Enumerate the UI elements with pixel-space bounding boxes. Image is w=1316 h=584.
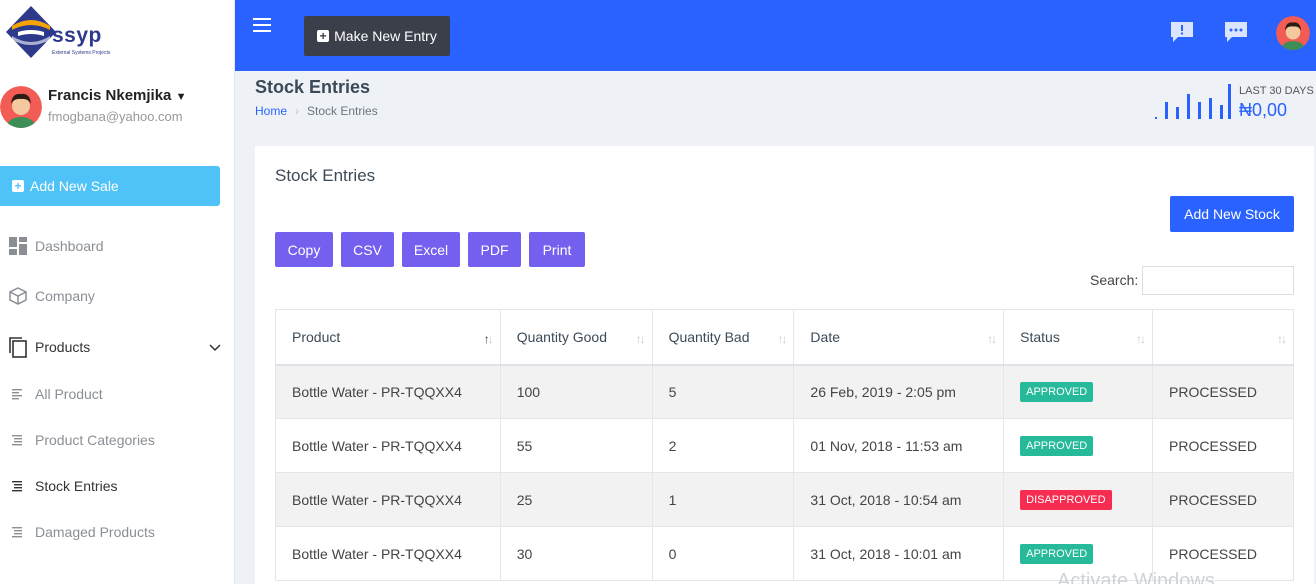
breadcrumb-home-link[interactable]: Home <box>255 104 287 118</box>
logo-text: ssyp <box>52 24 102 47</box>
activate-windows-watermark: Activate Windows <box>1057 570 1215 584</box>
hamburger-menu-icon[interactable] <box>253 18 271 36</box>
copy-button[interactable]: Copy <box>275 232 333 267</box>
page-title: Stock Entries <box>255 77 371 97</box>
add-new-sale-button[interactable]: + Add New Sale <box>0 166 220 206</box>
sidebar-item-all-product[interactable]: All Product <box>0 384 235 404</box>
user-name[interactable]: Francis Nkemjika ▼ <box>48 87 186 104</box>
avatar[interactable] <box>0 86 42 128</box>
logo-emblem-icon <box>6 6 56 58</box>
dashboard-icon <box>8 236 28 256</box>
avatar[interactable] <box>1276 16 1310 50</box>
list-icon <box>8 384 28 404</box>
cell-product: Bottle Water - PR-TQQXX4 <box>275 364 501 419</box>
cube-icon <box>8 286 28 306</box>
cell-action: PROCESSED <box>1152 364 1294 419</box>
excel-button[interactable]: Excel <box>402 232 460 267</box>
column-header-date[interactable]: Date ↑↓ <box>793 309 1005 366</box>
notification-alert-icon[interactable] <box>1170 21 1194 43</box>
print-button[interactable]: Print <box>529 232 585 267</box>
table-header-row: Product ↑↓ Quantity Good ↑↓ Quantity Bad ↑↓… <box>275 309 1294 366</box>
sort-icon: ↑↓ <box>987 332 997 346</box>
cell-quantity-good: 100 <box>499 364 653 419</box>
sidebar-item-products[interactable]: Products <box>0 336 235 358</box>
card-title: Stock Entries <box>275 166 376 185</box>
sort-icon: ↑↓ <box>777 332 787 346</box>
pdf-button[interactable]: PDF <box>468 232 521 267</box>
messages-icon[interactable] <box>1224 21 1248 43</box>
copy-icon <box>8 337 28 358</box>
list-icon <box>8 476 28 496</box>
list-icon <box>8 522 28 542</box>
stat-value: ₦0,00 <box>1239 100 1288 120</box>
cell-quantity-bad: 2 <box>651 418 795 473</box>
sidebar-item-company[interactable]: Company <box>0 286 235 306</box>
sidebar-item-damaged-products[interactable]: Damaged Products <box>0 522 235 542</box>
cell-date: 31 Oct, 2018 - 10:54 am <box>793 472 1005 527</box>
csv-button[interactable]: CSV <box>341 232 394 267</box>
sidebar-item-dashboard[interactable]: Dashboard <box>0 236 235 256</box>
topbar: + Make New Entry <box>235 0 1316 71</box>
table-row[interactable]: Bottle Water - PR-TQQXX4 25 1 31 Oct, 20… <box>275 472 1294 527</box>
cell-product: Bottle Water - PR-TQQXX4 <box>275 472 501 527</box>
cell-status: DISAPPROVED <box>1003 472 1154 527</box>
breadcrumb-separator-icon: › <box>295 104 300 118</box>
sort-icon: ↑↓ <box>1136 332 1146 346</box>
cell-status: APPROVED <box>1003 418 1154 473</box>
cell-action: PROCESSED <box>1152 472 1294 527</box>
status-badge: APPROVED <box>1020 543 1094 564</box>
breadcrumb-current: Stock Entries <box>307 104 378 118</box>
chevron-down-icon: ▼ <box>175 91 187 103</box>
sparkline-chart <box>1155 82 1233 120</box>
cell-product: Bottle Water - PR-TQQXX4 <box>275 418 501 473</box>
list-icon <box>8 430 28 450</box>
search-label: Search: <box>1090 272 1139 288</box>
cell-date: 01 Nov, 2018 - 11:53 am <box>793 418 1005 473</box>
sort-icon: ↑↓ <box>1277 332 1287 346</box>
sidebar-item-product-categories[interactable]: Product Categories <box>0 430 235 450</box>
column-header-quantity-bad[interactable]: Quantity Bad ↑↓ <box>651 309 795 366</box>
cell-quantity-bad: 0 <box>651 526 795 581</box>
column-header-product[interactable]: Product ↑↓ <box>275 309 501 366</box>
cell-quantity-good: 55 <box>499 418 653 473</box>
sort-icon: ↑↓ <box>635 332 646 346</box>
status-badge: DISAPPROVED <box>1020 489 1112 510</box>
user-email: fmogbana@yahoo.com <box>48 109 183 124</box>
cell-action: PROCESSED <box>1152 418 1294 473</box>
column-header-status[interactable]: Status ↑↓ <box>1003 309 1154 366</box>
cell-status: APPROVED <box>1003 364 1154 419</box>
cell-quantity-good: 25 <box>499 472 653 527</box>
cell-date: 26 Feb, 2019 - 2:05 pm <box>793 364 1005 419</box>
search-input[interactable] <box>1142 266 1294 295</box>
stock-entries-table: Product ↑↓ Quantity Good ↑↓ Quantity Bad ↑↓… <box>275 309 1294 581</box>
cell-product: Bottle Water - PR-TQQXX4 <box>275 526 501 581</box>
sidebar: ssyp External Systems Projects Francis N… <box>0 0 235 584</box>
plus-icon: + <box>317 30 330 42</box>
cell-quantity-bad: 1 <box>651 472 795 527</box>
cell-date: 31 Oct, 2018 - 10:01 am <box>793 526 1005 581</box>
chevron-down-icon <box>209 339 221 355</box>
stock-entries-card: Stock Entries Add New Stock Copy CSV Exc… <box>255 146 1314 584</box>
plus-icon: + <box>12 180 24 192</box>
table-row[interactable]: Bottle Water - PR-TQQXX4 55 2 01 Nov, 20… <box>275 418 1294 473</box>
status-badge: APPROVED <box>1020 381 1094 402</box>
cell-quantity-bad: 5 <box>651 364 795 419</box>
logo-subtitle: External Systems Projects <box>52 50 111 56</box>
add-new-stock-button[interactable]: Add New Stock <box>1170 196 1294 232</box>
column-header-action[interactable]: ↑↓ <box>1152 309 1294 366</box>
breadcrumb: Home › Stock Entries <box>255 104 378 118</box>
stat-label: LAST 30 DAYS <box>1239 85 1314 97</box>
table-row[interactable]: Bottle Water - PR-TQQXX4 100 5 26 Feb, 2… <box>275 364 1294 419</box>
sidebar-item-stock-entries[interactable]: Stock Entries <box>0 476 235 496</box>
status-badge: APPROVED <box>1020 435 1094 456</box>
column-header-quantity-good[interactable]: Quantity Good ↑↓ <box>499 309 653 366</box>
export-button-group: Copy CSV Excel PDF Print <box>275 232 585 267</box>
cell-quantity-good: 30 <box>499 526 653 581</box>
sort-icon: ↑↓ <box>483 332 494 346</box>
make-new-entry-button[interactable]: + Make New Entry <box>304 16 450 56</box>
